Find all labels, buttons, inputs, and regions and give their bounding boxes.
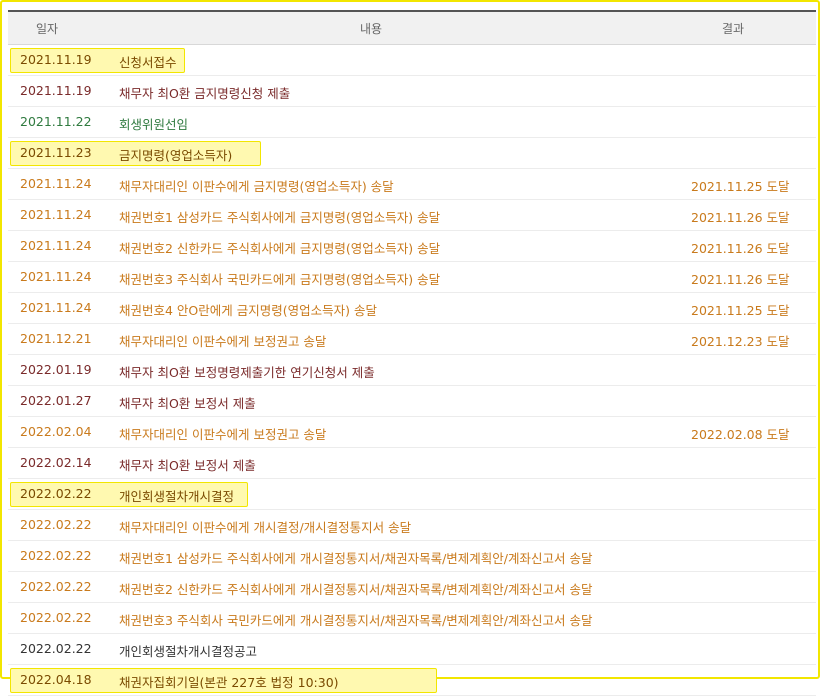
- table-row: 2022.02.22 채권번호3 주식회사 국민카드에게 개시결정통지서/채권자목…: [8, 603, 816, 634]
- row-content: 채무자대리인 이판수에게 보정권고 송달: [119, 334, 327, 349]
- table-row: 2022.02.14 채무자 최O환 보정서 제출: [8, 448, 816, 479]
- row-content: 금지명령(영업소득자): [119, 148, 233, 163]
- row-content: 채권번호1 삼성카드 주식회사에게 개시결정통지서/채권자목록/변제계획안/계좌…: [119, 551, 593, 566]
- row-content: 채무자대리인 이판수에게 보정권고 송달: [119, 427, 327, 442]
- row-result: 2021.11.26 도달: [691, 272, 790, 287]
- row-date: 2022.02.22: [20, 486, 92, 501]
- table-row: 2022.02.22 채권번호1 삼성카드 주식회사에게 개시결정통지서/채권자목…: [8, 541, 816, 572]
- row-content: 채무자대리인 이판수에게 개시결정/개시결정통지서 송달: [119, 520, 412, 535]
- row-content: 채권자집회기일(본관 227호 법정 10:30): [119, 675, 339, 690]
- table-row: 2021.12.21 채무자대리인 이판수에게 보정권고 송달 2021.12.23…: [8, 324, 816, 355]
- table-row: 2022.02.22 채무자대리인 이판수에게 개시결정/개시결정통지서 송달: [8, 510, 816, 541]
- row-content: 채무자대리인 이판수에게 금지명령(영업소득자) 송달: [119, 179, 394, 194]
- row-content: 채권번호4 안O란에게 금지명령(영업소득자) 송달: [119, 303, 377, 318]
- row-result: 2021.11.25 도달: [691, 179, 790, 194]
- table-row: 2022.02.22 개인회생절차개시결정: [8, 479, 816, 510]
- row-date: 2022.02.22: [20, 610, 92, 625]
- header-date: 일자: [36, 22, 59, 36]
- row-date: 2021.11.24: [20, 176, 92, 191]
- row-date: 2021.11.23: [20, 145, 92, 160]
- row-content: 채권번호1 삼성카드 주식회사에게 금지명령(영업소득자) 송달: [119, 210, 441, 225]
- table-row: 2021.11.24 채권번호2 신한카드 주식회사에게 금지명령(영업소득자) …: [8, 231, 816, 262]
- table-row: 2021.11.19 신청서접수: [8, 45, 816, 76]
- row-content: 채권번호3 주식회사 국민카드에게 금지명령(영업소득자) 송달: [119, 272, 441, 287]
- row-date: 2022.02.22: [20, 641, 92, 656]
- table-row: 2022.04.18 채권자집회기일(본관 227호 법정 10:30): [8, 665, 816, 696]
- row-date: 2022.02.22: [20, 517, 92, 532]
- row-result: 2021.11.26 도달: [691, 241, 790, 256]
- table-row: 2022.02.22 개인회생절차개시결정공고: [8, 634, 816, 665]
- row-date: 2022.02.14: [20, 455, 92, 470]
- row-date: 2021.11.22: [20, 114, 92, 129]
- row-date: 2022.04.18: [20, 672, 92, 687]
- row-content: 채권번호2 신한카드 주식회사에게 금지명령(영업소득자) 송달: [119, 241, 441, 256]
- row-content: 채무자 최O환 보정서 제출: [119, 458, 256, 473]
- table-row: 2021.11.23 금지명령(영업소득자): [8, 138, 816, 169]
- row-date: 2022.02.22: [20, 579, 92, 594]
- row-date: 2021.11.24: [20, 207, 92, 222]
- table-row: 2021.11.24 채무자대리인 이판수에게 금지명령(영업소득자) 송달 202…: [8, 169, 816, 200]
- table-row: 2022.02.04 채무자대리인 이판수에게 보정권고 송달 2022.02.08…: [8, 417, 816, 448]
- row-result: 2021.11.26 도달: [691, 210, 790, 225]
- row-result: 2021.11.25 도달: [691, 303, 790, 318]
- table-row: 2022.01.19 채무자 최O환 보정명령제출기한 연기신청서 제출: [8, 355, 816, 386]
- row-date: 2021.11.24: [20, 269, 92, 284]
- table-row: 2021.11.19 채무자 최O환 금지명령신청 제출: [8, 76, 816, 107]
- row-content: 개인회생절차개시결정공고: [119, 644, 258, 659]
- row-result: 2021.12.23 도달: [691, 334, 790, 349]
- row-date: 2021.11.24: [20, 300, 92, 315]
- row-date: 2021.11.19: [20, 52, 92, 67]
- case-progress-frame: 일자 내용 결과 2021.11.19 신청서접수 2021.11.19 채무자 최O…: [0, 0, 820, 696]
- table-row: 2022.01.27 채무자 최O환 보정서 제출: [8, 386, 816, 417]
- row-result: 2022.02.08 도달: [691, 427, 790, 442]
- table-row: 2021.11.24 채권번호3 주식회사 국민카드에게 금지명령(영업소득자) …: [8, 262, 816, 293]
- row-content: 채권번호2 신한카드 주식회사에게 개시결정통지서/채권자목록/변제계획안/계좌…: [119, 582, 593, 597]
- table-row: 2022.02.22 채권번호2 신한카드 주식회사에게 개시결정통지서/채권자목…: [8, 572, 816, 603]
- row-content: 채무자 최O환 보정명령제출기한 연기신청서 제출: [119, 365, 375, 380]
- row-content: 신청서접수: [119, 55, 177, 70]
- row-date: 2021.11.19: [20, 83, 92, 98]
- row-date: 2021.11.24: [20, 238, 92, 253]
- row-content: 채권번호3 주식회사 국민카드에게 개시결정통지서/채권자목록/변제계획안/계좌…: [119, 613, 593, 628]
- row-content: 회생위원선임: [119, 117, 189, 132]
- table-row: 2021.11.24 채권번호1 삼성카드 주식회사에게 금지명령(영업소득자) …: [8, 200, 816, 231]
- row-content: 채무자 최O환 보정서 제출: [119, 396, 256, 411]
- row-date: 2022.01.19: [20, 362, 92, 377]
- table-row: 2021.11.22 회생위원선임: [8, 107, 816, 138]
- row-date: 2022.02.04: [20, 424, 92, 439]
- row-date: 2022.01.27: [20, 393, 92, 408]
- row-content: 개인회생절차개시결정: [119, 489, 235, 504]
- case-progress-table: 일자 내용 결과 2021.11.19 신청서접수 2021.11.19 채무자 최O…: [8, 10, 816, 696]
- row-content: 채무자 최O환 금지명령신청 제출: [119, 86, 291, 101]
- row-date: 2022.02.22: [20, 548, 92, 563]
- header-content: 내용: [360, 22, 383, 36]
- table-body: 2021.11.19 신청서접수 2021.11.19 채무자 최O환 금지명령신청 …: [8, 45, 816, 696]
- row-date: 2021.12.21: [20, 331, 92, 346]
- table-header: 일자 내용 결과: [8, 10, 816, 45]
- header-result: 결과: [722, 22, 745, 36]
- table-row: 2021.11.24 채권번호4 안O란에게 금지명령(영업소득자) 송달 2021…: [8, 293, 816, 324]
